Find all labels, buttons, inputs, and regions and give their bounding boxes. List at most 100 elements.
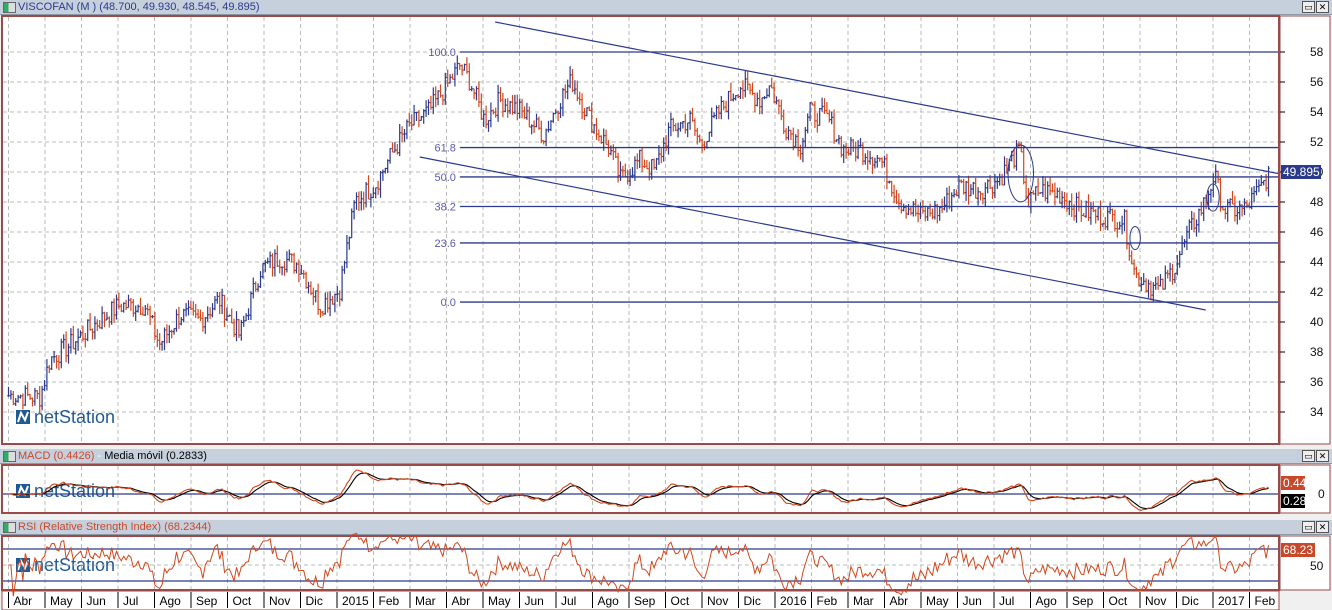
- ohlc-bar: [280, 266, 284, 276]
- ohlc-bar: [367, 175, 370, 200]
- ohlc-bar: [712, 112, 716, 119]
- ohlc-bar: [98, 319, 101, 329]
- ohlc-bar: [189, 301, 193, 311]
- ohlc-bar: [1166, 269, 1169, 279]
- ohlc-bar: [1017, 141, 1021, 149]
- ohlc-bar: [1149, 280, 1153, 301]
- ellipse-annotation: [1206, 183, 1220, 212]
- ohlc-bar: [888, 180, 891, 184]
- ohlc-bar: [883, 155, 886, 167]
- ohlc-bar: [276, 245, 279, 268]
- ohlc-bar: [561, 87, 565, 117]
- ohlc-bar: [508, 100, 512, 115]
- ohlc-bar: [688, 110, 692, 130]
- ohlc-bar: [292, 252, 296, 274]
- ohlc-bar: [681, 121, 685, 129]
- ohlc-bar: [504, 98, 507, 113]
- ohlc-bar: [945, 187, 949, 213]
- watermark-text: netStation: [34, 481, 115, 501]
- watermark-text: netStation: [34, 407, 115, 427]
- ohlc-bar: [434, 86, 437, 108]
- ohlc-bar: [120, 303, 123, 313]
- ohlc-bar: [1015, 140, 1018, 171]
- ohlc-bar: [487, 119, 490, 132]
- ohlc-bar: [554, 109, 557, 115]
- ohlc-bar: [40, 385, 44, 411]
- ohlc-bar: [33, 387, 37, 406]
- rsi-panel-header: RSI (Relative Strength Index) (68.2344) …: [0, 520, 1332, 535]
- last-price-box: 49.895: [1281, 165, 1321, 179]
- ohlc-bar: [43, 380, 46, 391]
- x-tick-label: Jul: [123, 594, 138, 608]
- ohlc-bar: [631, 167, 634, 179]
- x-tick-label: Feb: [379, 594, 400, 608]
- maximize-button[interactable]: ▭: [1302, 1, 1315, 13]
- close-button[interactable]: ✕: [1316, 1, 1329, 13]
- x-tick-label: 2015: [342, 594, 369, 608]
- ohlc-bar: [1101, 223, 1105, 227]
- ohlc-bar: [763, 96, 766, 100]
- ohlc-bar: [876, 155, 879, 168]
- ohlc-bar: [729, 82, 733, 102]
- ohlc-bar: [1236, 205, 1239, 225]
- ohlc-bar: [986, 179, 989, 194]
- ohlc-bar: [134, 305, 137, 322]
- ohlc-bar: [170, 329, 173, 339]
- ohlc-bar: [1058, 187, 1061, 204]
- ohlc-bar: [360, 191, 363, 211]
- y-tick-label: 46: [1310, 225, 1324, 239]
- ohlc-bar: [720, 95, 723, 120]
- ohlc-bar: [312, 287, 315, 306]
- maximize-button[interactable]: ▭: [1302, 521, 1315, 533]
- ohlc-bar: [79, 330, 82, 338]
- rsi-line: [8, 532, 1269, 597]
- ohlc-bar: [374, 187, 377, 199]
- ohlc-bar: [528, 106, 531, 128]
- ohlc-bar: [396, 144, 399, 155]
- ohlc-bar: [1024, 175, 1028, 200]
- ohlc-bar: [787, 126, 790, 141]
- ohlc-bar: [991, 186, 994, 200]
- ohlc-bar: [967, 175, 970, 205]
- x-tick-label: Jun: [963, 594, 982, 608]
- ohlc-bar: [1228, 198, 1232, 208]
- ohlc-bar: [283, 261, 286, 276]
- x-tick-label: Oct: [1109, 594, 1128, 608]
- close-button[interactable]: ✕: [1316, 521, 1329, 533]
- x-tick-label: Ago: [598, 594, 620, 608]
- ohlc-bar: [268, 251, 272, 269]
- close-button[interactable]: ✕: [1316, 450, 1329, 462]
- ohlc-bar: [55, 354, 58, 369]
- ohlc-bar: [249, 291, 253, 321]
- ohlc-bar: [441, 94, 445, 106]
- macd-title: MACD (0.4426): [18, 450, 95, 462]
- ohlc-bar: [667, 122, 670, 155]
- ohlc-bar: [691, 107, 694, 122]
- ohlc-bar: [50, 356, 53, 370]
- ohlc-bar: [156, 329, 159, 348]
- maximize-button[interactable]: ▭: [1302, 450, 1315, 462]
- ohlc-bar: [64, 331, 68, 363]
- ohlc-bar: [590, 102, 593, 134]
- ohlc-bar: [1113, 209, 1117, 232]
- ohlc-bar: [1231, 190, 1234, 205]
- ohlc-bar: [93, 316, 97, 340]
- ohlc-bar: [657, 145, 661, 165]
- ohlc-bar: [321, 310, 325, 317]
- ohlc-bar: [160, 340, 164, 351]
- ohlc-bar: [60, 338, 63, 369]
- ohlc-bar: [523, 106, 526, 119]
- ohlc-bar: [398, 123, 401, 157]
- ohlc-bar: [180, 317, 183, 326]
- ohlc-bar: [484, 105, 488, 129]
- ohlc-bar: [379, 171, 382, 198]
- ohlc-bar: [31, 397, 34, 407]
- trend-channel-line: [495, 21, 1279, 175]
- ohlc-bar: [964, 181, 968, 201]
- ohlc-bar: [230, 308, 233, 324]
- ohlc-bar: [660, 148, 663, 164]
- ohlc-bar: [758, 89, 761, 115]
- ohlc-bar: [319, 308, 322, 318]
- ohlc-bar: [676, 122, 680, 138]
- ohlc-bar: [1240, 204, 1244, 217]
